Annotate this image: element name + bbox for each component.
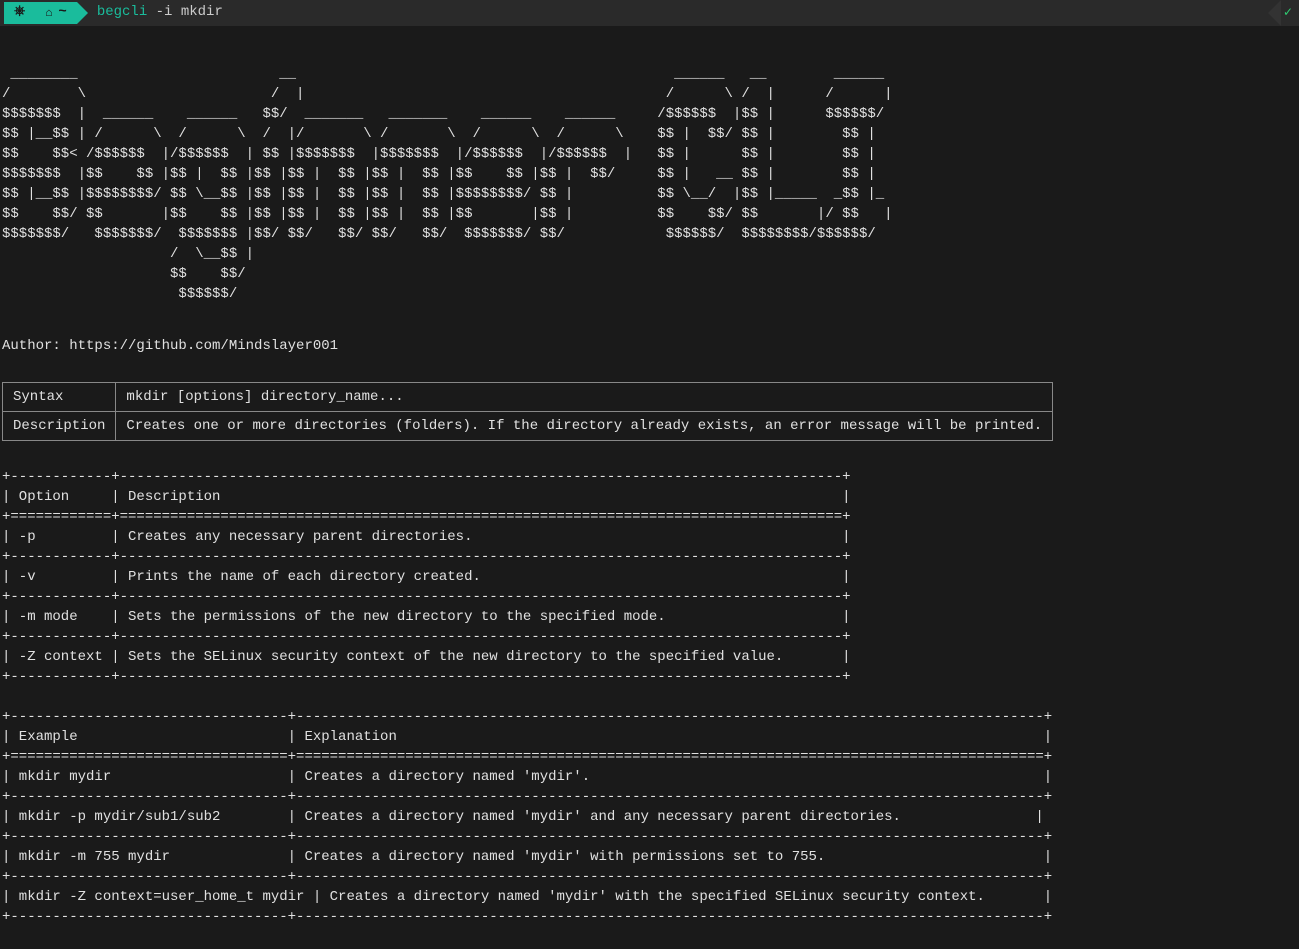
table-row: Description Creates one or more director… <box>3 412 1053 441</box>
examples-table: +---------------------------------+-----… <box>2 707 1297 927</box>
ascii-banner: ________ __ ______ __ ______ / \ / | / \… <box>2 64 1297 304</box>
command-line[interactable]: begcli -i mkdir <box>97 3 223 23</box>
table-row: Syntax mkdir [options] directory_name... <box>3 383 1053 412</box>
tilde-label: ~ <box>58 3 66 23</box>
manjaro-icon: ⎈ <box>14 3 25 23</box>
tab-logo[interactable]: ⎈ <box>4 2 35 24</box>
description-value: Creates one or more directories (folders… <box>116 412 1053 441</box>
titlebar: ⎈ ⌂ ~ begcli -i mkdir ✓ <box>0 0 1299 26</box>
command-name: begcli <box>97 4 147 20</box>
syntax-value: mkdir [options] directory_name... <box>116 383 1053 412</box>
author-line: Author: https://github.com/Mindslayer001 <box>2 336 1297 356</box>
tab-home[interactable]: ⌂ ~ <box>35 2 77 24</box>
home-icon: ⌂ <box>45 5 52 22</box>
description-label: Description <box>3 412 116 441</box>
status-check-icon: ✓ <box>1283 5 1293 22</box>
syntax-label: Syntax <box>3 383 116 412</box>
terminal-output: ________ __ ______ __ ______ / \ / | / \… <box>0 26 1299 949</box>
options-table: +------------+--------------------------… <box>2 467 1297 687</box>
chevron-right-icon <box>77 2 88 24</box>
syntax-table: Syntax mkdir [options] directory_name...… <box>2 382 1053 441</box>
status-arrow-icon <box>1268 0 1281 26</box>
